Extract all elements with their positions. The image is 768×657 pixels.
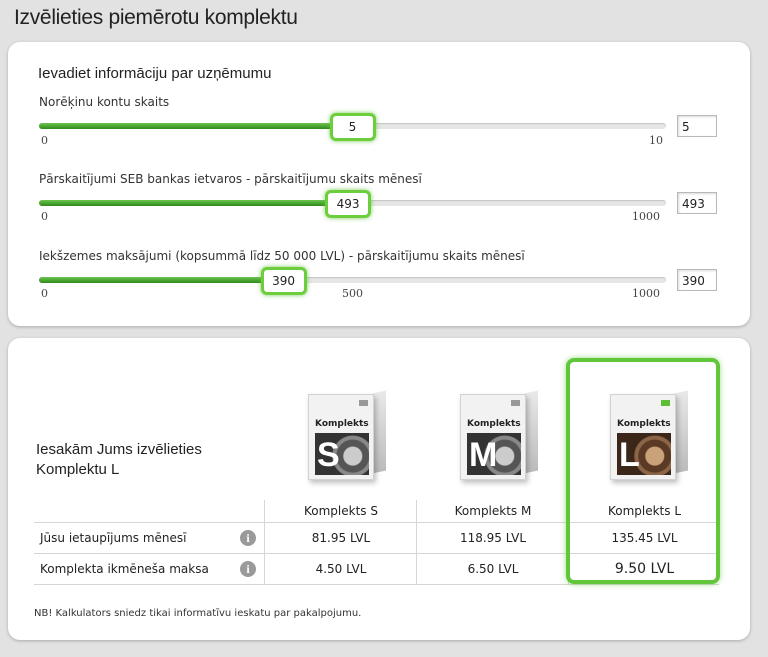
slider-seb-transfers-label: Pārskaitījumi SEB bankas ietvaros - pārs… [39,172,422,186]
monthly-fee-s: 4.50 LVL [264,554,417,584]
table-row: Jūsu ietaupījums mēnesī i 81.95 LVL 118.… [34,523,719,554]
table-row: Komplekta ikmēneša maksa i 4.50 LVL 6.50… [34,554,719,585]
monthly-fee-l: 9.50 LVL [568,554,720,584]
section-title: Ievadiet informāciju par uzņēmumu [38,65,272,82]
slider-domestic-payments-label: Iekšzemes maksājumi (kopsummā līdz 50 00… [39,249,525,263]
info-icon[interactable]: i [240,561,256,577]
slider-domestic-payments-tick-min: 0 [41,287,48,300]
accounts-value-input[interactable]: 5 [677,115,717,137]
slider-seb-transfers-tick-max: 1000 [632,210,660,223]
package-m-letter: M [469,436,498,474]
domestic-payments-value-input[interactable]: 390 [677,269,717,291]
package-l-box-label: Komplekts [617,419,671,429]
info-icon[interactable]: i [240,530,256,546]
slider-seb-transfers-tick-min: 0 [41,210,48,223]
package-l-letter: L [619,436,640,474]
savings-m: 118.95 LVL [416,523,569,553]
page-title: Izvēlieties piemērotu komplektu [14,6,298,29]
recommendation-text: Iesakām Jums izvēlieties Komplektu L [36,440,202,480]
slider-domestic-payments-track[interactable] [39,277,666,283]
slider-domestic-payments-tick-mid: 500 [342,287,363,300]
package-s-box-label: Komplekts [315,419,369,429]
column-header-l: Komplekts L [568,500,720,522]
slider-accounts-tick-max: 10 [649,134,663,147]
savings-s: 81.95 LVL [264,523,417,553]
slider-accounts-fill [39,123,353,129]
recommendation-line-2: Komplektu L [36,461,120,478]
slider-accounts-handle[interactable]: 5 [329,113,376,141]
row-label-monthly-fee: Komplekta ikmēneša maksa [40,562,209,576]
package-s-box-image: Komplekts S [304,384,394,484]
slider-seb-transfers-handle[interactable]: 493 [325,190,372,218]
savings-l: 135.45 LVL [568,523,720,553]
package-m-box-image: Komplekts M [456,384,546,484]
slider-domestic-payments-tick-max: 1000 [632,287,660,300]
company-info-panel: Ievadiet informāciju par uzņēmumu Norēķi… [8,42,750,326]
slider-domestic-payments-handle[interactable]: 390 [260,267,307,295]
row-label-savings: Jūsu ietaupījums mēnesī [40,531,187,545]
recommendation-line-1: Iesakām Jums izvēlieties [36,441,202,458]
slider-accounts-tick-min: 0 [41,134,48,147]
package-s-letter: S [317,436,340,474]
package-l-box-image: Komplekts L [606,384,696,484]
column-header-m: Komplekts M [416,500,569,522]
package-m-box-label: Komplekts [467,419,521,429]
slider-accounts-label: Norēķinu kontu skaits [39,95,170,109]
monthly-fee-m: 6.50 LVL [416,554,569,584]
slider-seb-transfers-fill [39,200,349,206]
disclaimer-note: NB! Kalkulators sniedz tikai informatīvu… [34,608,362,619]
table-header-row: Komplekts S Komplekts M Komplekts L [34,500,719,523]
slider-domestic-payments-fill [39,277,284,283]
seb-transfers-value-input[interactable]: 493 [677,192,717,214]
package-comparison-panel: Iesakām Jums izvēlieties Komplektu L Kom… [8,338,750,640]
column-header-s: Komplekts S [264,500,417,522]
